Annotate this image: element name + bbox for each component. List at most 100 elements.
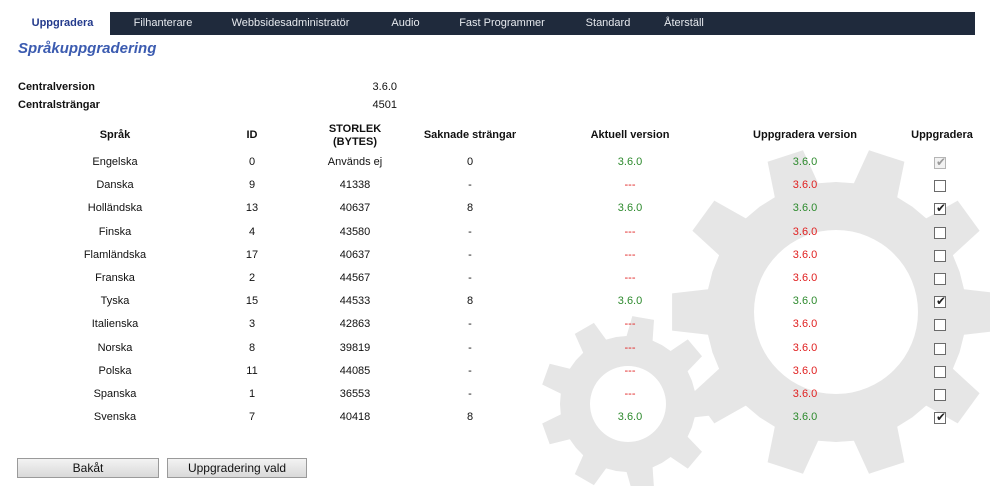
column-header-id: ID: [246, 129, 258, 141]
cell-current-version: ---: [624, 226, 636, 238]
page-title: Språkuppgradering: [18, 40, 157, 57]
cell-size: 40637: [339, 249, 371, 261]
cell-size: 44085: [339, 365, 371, 377]
cell-missing-strings: -: [468, 318, 472, 330]
cell-language: Danska: [96, 179, 134, 191]
cell-missing-strings: -: [468, 249, 472, 261]
cell-size: 41338: [339, 179, 371, 191]
column-header-upgrade: Uppgradera: [911, 129, 973, 141]
cell-id: 3: [248, 318, 256, 330]
cell-missing-strings: 8: [466, 295, 474, 307]
cell-size: 42863: [339, 318, 371, 330]
cell-missing-strings: -: [468, 342, 472, 354]
column-header-size: STORLEK (BYTES): [305, 123, 405, 149]
cell-language: Svenska: [93, 411, 137, 423]
cell-size: Används ej: [327, 156, 383, 168]
upgrade-checkbox[interactable]: [934, 250, 946, 262]
upgrade-selected-button[interactable]: Uppgradering vald: [167, 458, 307, 478]
cell-current-version: ---: [624, 272, 636, 284]
cell-id: 17: [245, 249, 259, 261]
tab-uppgradera[interactable]: Uppgradera: [15, 12, 110, 35]
cell-id: 2: [248, 272, 256, 284]
tab-audio[interactable]: Audio: [378, 12, 433, 35]
cell-id: 13: [245, 202, 259, 214]
cell-current-version: 3.6.0: [617, 411, 643, 423]
cell-size: 40418: [339, 411, 371, 423]
cell-upgrade-version: 3.6.0: [792, 342, 818, 354]
upgrade-checkbox[interactable]: [934, 366, 946, 378]
checkmark-icon: ✔: [936, 410, 947, 424]
cell-id: 8: [248, 342, 256, 354]
cell-current-version: ---: [624, 179, 636, 191]
cell-language: Italienska: [91, 318, 139, 330]
upgrade-checkbox[interactable]: ✔: [934, 201, 947, 215]
central-strings-value: 4501: [372, 99, 397, 111]
upgrade-checkbox[interactable]: [934, 273, 946, 285]
cell-upgrade-version: 3.6.0: [792, 388, 818, 400]
upgrade-checkbox: ✔: [934, 155, 947, 169]
tab-fast-programmer[interactable]: Fast Programmer: [443, 12, 561, 35]
cell-upgrade-version: 3.6.0: [792, 318, 818, 330]
cell-size: 40637: [339, 202, 371, 214]
cell-current-version: 3.6.0: [617, 156, 643, 168]
column-header-size-line2: (BYTES): [333, 136, 377, 148]
column-header-missing: Saknade strängar: [423, 129, 517, 141]
cell-upgrade-version: 3.6.0: [792, 411, 818, 423]
upgrade-checkbox[interactable]: ✔: [934, 294, 947, 308]
upgrade-checkbox[interactable]: [934, 319, 946, 331]
cell-id: 0: [248, 156, 256, 168]
upgrade-checkbox[interactable]: [934, 343, 946, 355]
cell-language: Engelska: [92, 156, 138, 168]
cell-size: 39819: [339, 342, 371, 354]
column-header-size-line1: STORLEK: [328, 123, 382, 135]
cell-missing-strings: -: [468, 365, 472, 377]
cell-current-version: ---: [624, 365, 636, 377]
cell-current-version: ---: [624, 318, 636, 330]
tab-bar: Uppgradera Filhanterare Webbsidesadminis…: [15, 12, 975, 35]
cell-current-version: ---: [624, 249, 636, 261]
cell-language: Norska: [97, 342, 133, 354]
checkmark-icon: ✔: [936, 155, 947, 169]
central-version-label: Centralversion: [18, 81, 96, 93]
cell-missing-strings: -: [468, 272, 472, 284]
tab-aterstall[interactable]: Återställ: [651, 12, 717, 35]
cell-size: 36553: [339, 388, 371, 400]
cell-missing-strings: -: [468, 179, 472, 191]
cell-current-version: 3.6.0: [617, 295, 643, 307]
cell-size: 43580: [339, 226, 371, 238]
tab-filhanterare[interactable]: Filhanterare: [113, 12, 213, 35]
tab-standard[interactable]: Standard: [571, 12, 645, 35]
cell-current-version: 3.6.0: [617, 202, 643, 214]
upgrade-checkbox[interactable]: ✔: [934, 410, 947, 424]
column-header-language: Språk: [99, 129, 131, 141]
cell-id: 1: [248, 388, 256, 400]
cell-upgrade-version: 3.6.0: [792, 249, 818, 261]
cell-id: 15: [245, 295, 259, 307]
upgrade-checkbox[interactable]: [934, 389, 946, 401]
upgrade-checkbox[interactable]: [934, 227, 946, 239]
cell-id: 11: [246, 365, 258, 377]
cell-language: Tyska: [100, 295, 130, 307]
cell-upgrade-version: 3.6.0: [792, 202, 818, 214]
cell-language: Finska: [98, 226, 132, 238]
cell-missing-strings: 8: [466, 411, 474, 423]
cell-language: Flamländska: [83, 249, 147, 261]
back-button[interactable]: Bakåt: [17, 458, 159, 478]
cell-missing-strings: -: [468, 226, 472, 238]
cell-size: 44533: [339, 295, 371, 307]
cell-missing-strings: 8: [466, 202, 474, 214]
checkmark-icon: ✔: [936, 294, 947, 308]
column-header-upgrade-version: Uppgradera version: [753, 129, 857, 141]
cell-language: Spanska: [93, 388, 137, 400]
cell-language: Holländska: [87, 202, 143, 214]
upgrade-checkbox[interactable]: [934, 180, 946, 192]
cell-upgrade-version: 3.6.0: [792, 272, 818, 284]
cell-missing-strings: 0: [466, 156, 474, 168]
cell-id: 7: [248, 411, 256, 423]
cell-id: 9: [248, 179, 256, 191]
tab-webbsidesadministrator[interactable]: Webbsidesadministratör: [213, 12, 368, 35]
cell-size: 44567: [339, 272, 371, 284]
cell-current-version: ---: [624, 388, 636, 400]
checkmark-icon: ✔: [936, 201, 947, 215]
cell-current-version: ---: [624, 342, 636, 354]
